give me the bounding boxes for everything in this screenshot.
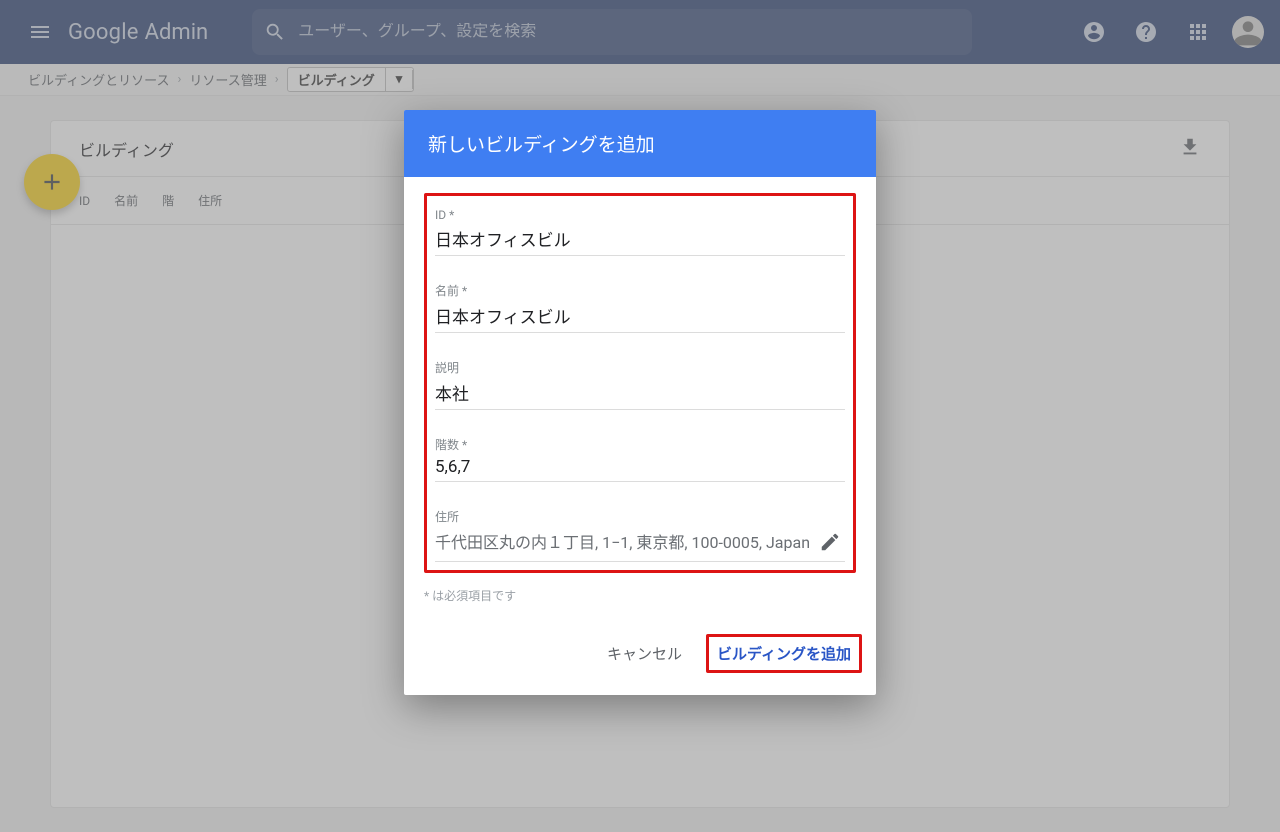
field-address-label: 住所 (435, 508, 845, 525)
edit-address-button[interactable] (815, 531, 845, 557)
dialog-actions: キャンセル ビルディングを追加 (404, 616, 876, 695)
field-floors-label: 階数 * (435, 436, 845, 453)
submit-button-highlight: ビルディングを追加 (706, 634, 862, 673)
form-highlight: ID * 日本オフィスビル 名前 * 日本オフィスビル 説明 本社 階数 * 5… (424, 193, 856, 573)
field-name: 名前 * 日本オフィスビル (435, 282, 845, 333)
required-fields-note: * は必須項目です (424, 587, 856, 604)
field-name-input[interactable]: 日本オフィスビル (435, 303, 845, 333)
field-address-value: 千代田区丸の内１丁目, 1−1, 東京都, 100-0005, Japan (435, 531, 815, 555)
field-floors-input[interactable]: 5,6,7 (435, 457, 845, 482)
field-name-label: 名前 * (435, 282, 845, 299)
field-id-label: ID * (435, 208, 845, 222)
field-description-input[interactable]: 本社 (435, 380, 845, 410)
cancel-button[interactable]: キャンセル (599, 637, 690, 670)
field-id-input[interactable]: 日本オフィスビル (435, 226, 845, 256)
add-building-button[interactable]: ビルディングを追加 (711, 639, 857, 668)
pencil-icon (819, 531, 841, 553)
dialog-body: ID * 日本オフィスビル 名前 * 日本オフィスビル 説明 本社 階数 * 5… (404, 177, 876, 616)
field-floors: 階数 * 5,6,7 (435, 436, 845, 482)
dialog-title: 新しいビルディングを追加 (404, 110, 876, 177)
field-id: ID * 日本オフィスビル (435, 208, 845, 256)
field-address: 住所 千代田区丸の内１丁目, 1−1, 東京都, 100-0005, Japan (435, 508, 845, 562)
field-description-label: 説明 (435, 359, 845, 376)
field-description: 説明 本社 (435, 359, 845, 410)
add-building-dialog: 新しいビルディングを追加 ID * 日本オフィスビル 名前 * 日本オフィスビル… (404, 110, 876, 695)
